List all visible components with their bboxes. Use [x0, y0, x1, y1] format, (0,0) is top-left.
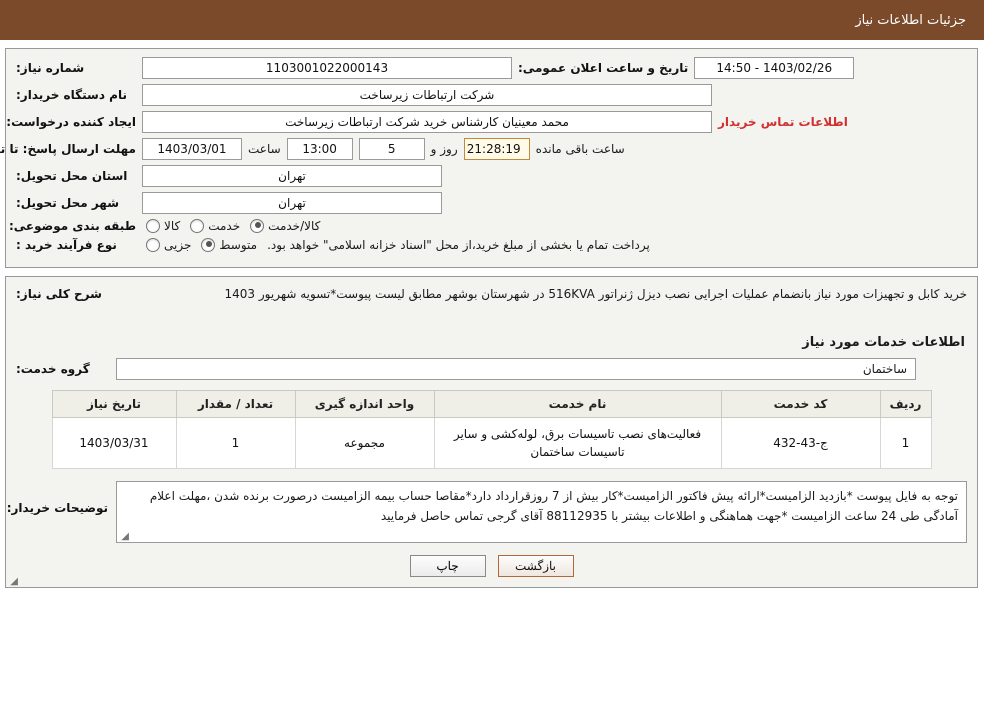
- announce-date-value: 1403/02/26 - 14:50: [695, 57, 856, 79]
- need-number-label: شماره نیاز:: [17, 61, 86, 75]
- province-value: تهران: [143, 165, 443, 187]
- cell-name: فعالیت‌های نصب تاسیسات برق، لوله‌کشی و س…: [434, 417, 723, 469]
- cell-code: ج-43-432: [721, 417, 882, 469]
- th-date: تاریخ نیاز: [52, 390, 178, 418]
- category-option-kala[interactable]: کالا: [147, 219, 181, 233]
- requester-row: ایجاد کننده درخواست: محمد معینیان کارشنا…: [7, 111, 968, 133]
- table-header-row: ردیف کد خدمت نام خدمت واحد اندازه گیری ت…: [52, 390, 933, 418]
- buyer-notes-text: توجه به فایل پیوست *بازدید الزامیست*ارائ…: [117, 481, 968, 543]
- days-label: روز و: [431, 142, 459, 156]
- process-option-motevaset-label: متوسط: [220, 238, 259, 252]
- resize-grip-icon[interactable]: ◢: [120, 532, 130, 542]
- need-number-row: شماره نیاز: 1103001022000143 تاریخ و ساع…: [17, 57, 968, 79]
- action-buttons: چاپ بازگشت: [17, 555, 968, 577]
- cell-row: 1: [880, 417, 933, 469]
- city-value: تهران: [143, 192, 443, 214]
- category-option-khedmat-label: خدمت: [209, 219, 242, 233]
- buyer-org-value: شرکت ارتباطات زیرساخت: [143, 84, 713, 106]
- category-option-kala-khedmat[interactable]: کالا/خدمت: [251, 219, 321, 233]
- buyer-org-row: نام دستگاه خریدار: شرکت ارتباطات زیرساخت: [17, 84, 968, 106]
- deadline-time-value: 13:00: [287, 138, 354, 160]
- countdown-timer: 21:28:19: [464, 138, 531, 160]
- remaining-days-value: 5: [359, 138, 426, 160]
- cell-qty: 1: [176, 417, 297, 469]
- process-option-jozei-label: جزیی: [165, 238, 193, 252]
- deadline-row: مهلت ارسال پاسخ: تا تاریخ: 1403/03/01 سا…: [0, 138, 968, 160]
- buyer-notes-content: توجه به فایل پیوست *بازدید الزامیست*ارائ…: [150, 489, 959, 523]
- province-label: استان محل تحویل:: [17, 169, 129, 183]
- category-option-kala-khedmat-label: کالا/خدمت: [269, 219, 322, 233]
- summary-label: شرح کلی نیاز:: [17, 287, 103, 301]
- need-info-panel: AriaTender.net شماره نیاز: 1103001022000…: [0, 48, 979, 268]
- deadline-date-value: 1403/03/01: [143, 138, 243, 160]
- buyer-contact-link[interactable]: اطلاعات تماس خریدار: [719, 115, 849, 129]
- page-title: جزئیات اطلاعات نیاز: [856, 12, 967, 28]
- process-note: پرداخت تمام یا بخشی از مبلغ خرید،از محل …: [268, 238, 651, 252]
- cell-unit: مجموعه: [295, 417, 436, 469]
- cell-date: 1403/03/31: [52, 417, 178, 469]
- radio-checked-icon[interactable]: [202, 238, 217, 252]
- print-button[interactable]: چاپ: [410, 555, 487, 577]
- buyer-notes-label: توضیحات خریدار:: [7, 501, 109, 515]
- requester-value: محمد معینیان کارشناس خرید شرکت ارتباطات …: [143, 111, 713, 133]
- summary-row: شرح کلی نیاز: خرید کابل و تجهیزات مورد ن…: [11, 285, 969, 587]
- radio-checked-icon[interactable]: [251, 219, 266, 233]
- th-qty: تعداد / مقدار: [176, 390, 297, 418]
- city-label: شهر محل تحویل:: [17, 196, 121, 210]
- service-group-row: گروه خدمت: ساختمان: [17, 358, 968, 380]
- process-row: نوع فرآیند خرید : جزیی متوسط پرداخت تمام…: [17, 238, 968, 252]
- table-row: 1 ج-43-432 فعالیت‌های نصب تاسیسات برق، ل…: [52, 417, 933, 469]
- radio-icon[interactable]: [191, 219, 206, 233]
- need-details-panel: شرح کلی نیاز: خرید کابل و تجهیزات مورد ن…: [6, 276, 979, 588]
- hour-label: ساعت: [249, 142, 282, 156]
- service-group-label: گروه خدمت:: [17, 362, 91, 376]
- remaining-label: ساعت باقی مانده: [536, 142, 626, 156]
- process-option-jozei[interactable]: جزیی: [147, 238, 192, 252]
- process-label: نوع فرآیند خرید :: [17, 238, 118, 252]
- th-unit: واحد اندازه گیری: [295, 390, 436, 418]
- need-number-value: 1103001022000143: [143, 57, 513, 79]
- category-row: طبقه بندی موضوعی: کالا خدمت کالا/خدمت: [9, 219, 968, 233]
- page-header: جزئیات اطلاعات نیاز: [0, 0, 985, 40]
- announce-date-label: تاریخ و ساعت اعلان عمومی:: [519, 61, 690, 75]
- category-option-khedmat[interactable]: خدمت: [191, 219, 241, 233]
- service-group-value: ساختمان: [117, 358, 917, 380]
- resize-grip-icon[interactable]: ◢: [9, 577, 19, 587]
- th-row: ردیف: [880, 390, 933, 418]
- services-section-title: اطلاعات خدمات مورد نیاز: [803, 335, 966, 350]
- category-label: طبقه بندی موضوعی:: [9, 219, 137, 233]
- category-option-kala-label: کالا: [165, 219, 182, 233]
- city-row: شهر محل تحویل: تهران: [17, 192, 968, 214]
- deadline-label: مهلت ارسال پاسخ: تا تاریخ:: [0, 142, 137, 156]
- buyer-notes-row: توضیحات خریدار: توجه به فایل پیوست *بازد…: [7, 481, 968, 543]
- process-option-motevaset[interactable]: متوسط: [202, 238, 258, 252]
- radio-icon[interactable]: [147, 238, 161, 252]
- province-row: استان محل تحویل: تهران: [17, 165, 968, 187]
- radio-icon[interactable]: [147, 219, 161, 233]
- requester-label: ایجاد کننده درخواست:: [7, 115, 137, 129]
- services-table: ردیف کد خدمت نام خدمت واحد اندازه گیری ت…: [52, 390, 933, 469]
- th-code: کد خدمت: [721, 390, 882, 418]
- buyer-org-label: نام دستگاه خریدار:: [17, 88, 128, 102]
- back-button[interactable]: بازگشت: [498, 555, 575, 577]
- summary-text: خرید کابل و تجهیزات مورد نیاز بانضمام عم…: [225, 287, 969, 301]
- th-name: نام خدمت: [434, 390, 723, 418]
